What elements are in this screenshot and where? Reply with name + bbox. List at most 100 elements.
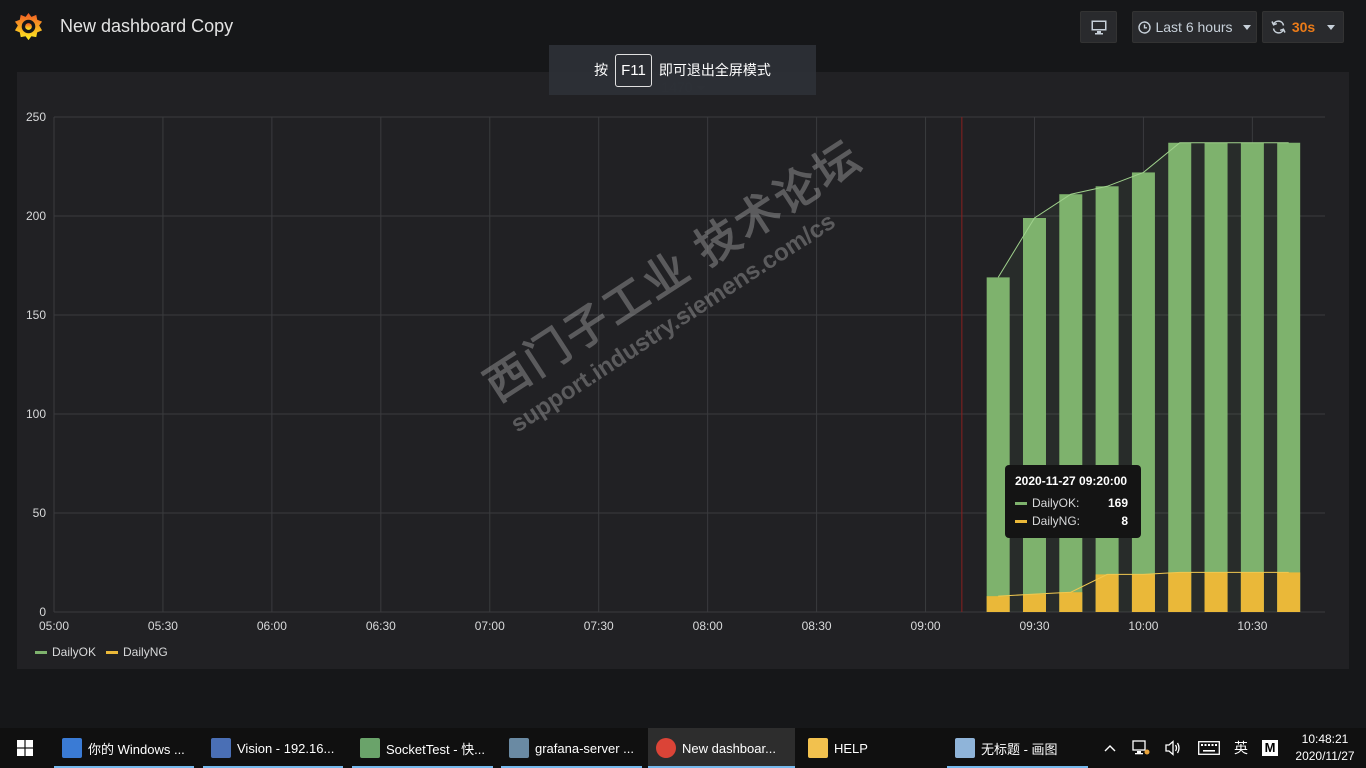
legend-label-dailyok: DailyOK	[52, 645, 97, 659]
computer-icon	[211, 738, 231, 758]
bar-dailyok	[1131, 172, 1155, 612]
network-button[interactable]	[1128, 728, 1154, 768]
y-tick-label: 0	[39, 605, 46, 619]
graph-panel: 1470 05010015020025005:0005:3006:0006:30…	[17, 72, 1349, 669]
start-button[interactable]	[0, 728, 50, 768]
grafana-window: New dashboard Copy Last 6 hours 30s 按 F1…	[0, 0, 1366, 768]
chrome-icon	[656, 738, 676, 758]
taskbar-item-label: grafana-server ...	[535, 740, 634, 756]
taskbar-item-paint[interactable]: 无标题 - 画图	[947, 728, 1088, 768]
tv-mode-button[interactable]	[1080, 11, 1117, 43]
dashboard-title[interactable]: New dashboard Copy	[60, 16, 233, 37]
paint-icon	[955, 738, 975, 758]
show-hidden-icons-button[interactable]	[1099, 728, 1121, 768]
ime-mode-label: M	[1262, 740, 1278, 756]
taskbar-clock[interactable]: 10:48:21 2020/11/27	[1287, 731, 1363, 765]
bar-dailyok	[1240, 142, 1264, 612]
bar-dailyng	[1095, 574, 1119, 612]
taskbar-item-grafana-server[interactable]: grafana-server ...	[501, 728, 642, 768]
graph-chart[interactable]: 0 50 100 150 200 250 05:00 05:30 06:00 06:30 07:00…	[17, 72, 1349, 669]
bar-dailyok	[1022, 217, 1046, 613]
x-tick-label: 09:30	[1019, 619, 1049, 633]
refresh-picker[interactable]: 30s	[1262, 11, 1344, 43]
legend: DailyOK DailyNG	[35, 645, 168, 659]
y-tick-label: 50	[33, 506, 47, 520]
bar-dailyng	[1059, 592, 1083, 612]
bar-dailyok	[1204, 142, 1228, 612]
clock-time: 10:48:21	[1301, 732, 1349, 746]
tooltip-series-value: 8	[1121, 514, 1128, 528]
app-icon	[509, 738, 529, 758]
x-tick-label: 08:30	[802, 619, 832, 633]
app-icon	[360, 738, 380, 758]
bar-dailyok	[1277, 142, 1301, 612]
chevron-down-icon	[1242, 24, 1251, 30]
toast-prefix: 按	[594, 62, 609, 78]
taskbar-item-label: 你的 Windows ...	[88, 741, 185, 757]
windows-logo-icon	[17, 740, 33, 756]
taskbar-item-label: HELP	[834, 740, 868, 756]
bar-dailyng	[1168, 572, 1192, 612]
bar-dailyok	[1168, 142, 1192, 612]
toast-key: F11	[615, 53, 652, 87]
taskbar-item-chrome[interactable]: New dashboar...	[648, 728, 795, 768]
windows-taskbar: 你的 Windows ... Vision - 192.16... Socket…	[0, 728, 1366, 768]
graph-tooltip: 2020-11-27 09:20:00 DailyOK: 169 DailyNG…	[1005, 465, 1141, 538]
ime-mode-indicator[interactable]: M	[1258, 728, 1282, 768]
bar-dailyng	[1240, 572, 1264, 612]
x-tick-label: 07:00	[475, 619, 505, 633]
taskbar-item-vision[interactable]: Vision - 192.16...	[203, 728, 343, 768]
monitor-icon	[1091, 20, 1106, 34]
taskbar-item-windows[interactable]: 你的 Windows ...	[54, 728, 194, 768]
window-icon	[62, 738, 82, 758]
keyboard-icon	[1198, 741, 1220, 755]
legend-swatch-dailyng	[106, 650, 119, 654]
speaker-icon	[1165, 740, 1180, 756]
taskbar-item-label: New dashboar...	[682, 740, 776, 756]
tooltip-swatch-dailyng	[1015, 519, 1027, 523]
clock-icon	[1138, 20, 1152, 34]
x-tick-label: 10:30	[1237, 619, 1267, 633]
chevron-up-icon	[1104, 745, 1116, 752]
legend-swatch-dailyok	[35, 650, 47, 654]
touch-keyboard-button[interactable]	[1194, 728, 1224, 768]
x-tick-label: 07:30	[584, 619, 614, 633]
bar-dailyok	[1059, 194, 1083, 612]
taskbar-item-label: Vision - 192.16...	[237, 740, 335, 756]
grafana-logo-icon[interactable]	[13, 11, 44, 42]
ime-language-indicator[interactable]: 英	[1230, 728, 1252, 768]
tooltip-series-name: DailyOK:	[1032, 496, 1080, 510]
tooltip-series-name: DailyNG:	[1032, 514, 1081, 528]
x-tick-label: 06:00	[257, 619, 287, 633]
tooltip-row-dailyok: DailyOK: 169	[1015, 494, 1131, 512]
legend-item-dailyok[interactable]: DailyOK	[35, 645, 96, 659]
taskbar-item-help[interactable]: HELP	[800, 728, 940, 768]
time-range-picker[interactable]: Last 6 hours	[1132, 11, 1257, 43]
bar-dailyok	[986, 277, 1010, 612]
tooltip-series-value: 169	[1107, 496, 1128, 510]
fullscreen-exit-toast: 按 F11 即可退出全屏模式	[549, 45, 816, 95]
volume-button[interactable]	[1160, 728, 1186, 768]
clock-date: 2020/11/27	[1295, 749, 1355, 763]
y-tick-label: 150	[26, 308, 46, 322]
x-tick-label: 05:00	[39, 619, 69, 633]
x-tick-label: 06:30	[366, 619, 396, 633]
bar-dailyng	[1277, 572, 1301, 612]
x-tick-label: 09:00	[911, 619, 941, 633]
bar-dailyng	[1131, 574, 1155, 612]
x-tick-label: 10:00	[1128, 619, 1158, 633]
time-range-label: Last 6 hours	[1155, 19, 1233, 35]
y-tick-label: 100	[26, 407, 46, 421]
bar-dailyok	[1095, 186, 1119, 613]
bar-dailyng	[1022, 594, 1046, 612]
bar-dailyng	[1204, 572, 1228, 612]
y-tick-label: 250	[26, 110, 46, 124]
taskbar-item-label: 无标题 - 画图	[981, 741, 1058, 757]
tooltip-row-dailyng: DailyNG: 8	[1015, 512, 1131, 530]
tooltip-time: 2020-11-27 09:20:00	[1015, 474, 1128, 488]
taskbar-item-sockettest[interactable]: SocketTest - 快...	[352, 728, 493, 768]
legend-item-dailyng[interactable]: DailyNG	[106, 645, 168, 659]
y-tick-label: 200	[26, 209, 46, 223]
refresh-icon[interactable]	[1271, 20, 1286, 34]
bar-dailyng	[986, 596, 1010, 612]
